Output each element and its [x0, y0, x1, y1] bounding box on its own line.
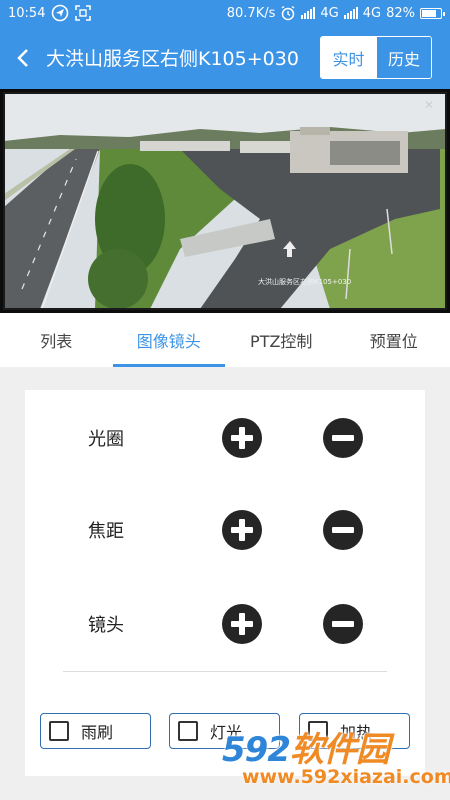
page-title: 大洪山服务区右侧K105+030 — [46, 48, 299, 70]
status-bar: 10:54 80.7K/s 4G 4G 82% — [0, 0, 450, 26]
aperture-decrease-button[interactable] — [323, 418, 363, 458]
back-arrow-icon — [17, 48, 28, 67]
history-mode-button[interactable]: 历史 — [376, 37, 431, 78]
scan-icon — [75, 5, 92, 21]
app-bar: 大洪山服务区右侧K105+030 实时 历史 — [0, 26, 450, 89]
aperture-row: 光圈 — [25, 416, 425, 460]
site-watermark: 592软件园 www.592xiazai.com — [222, 722, 450, 800]
minus-icon — [332, 527, 354, 533]
tab-ptz-control[interactable]: PTZ控制 — [225, 313, 338, 367]
focus-label: 焦距 — [88, 521, 124, 542]
battery-icon — [420, 7, 445, 19]
light-checkbox[interactable] — [178, 721, 198, 741]
focus-increase-button[interactable] — [222, 510, 262, 550]
zoom-out-button[interactable] — [323, 604, 363, 644]
plus-icon — [239, 427, 245, 449]
battery-percent: 82% — [386, 5, 415, 21]
live-mode-button[interactable]: 实时 — [321, 37, 376, 78]
zoom-in-button[interactable] — [222, 604, 262, 644]
mode-switch: 实时 历史 — [320, 36, 432, 79]
watermark-brand-text: 软件园 — [289, 730, 390, 770]
focus-row: 焦距 — [25, 508, 425, 552]
watermark-logo: 592软件园 — [222, 722, 390, 771]
plus-icon — [239, 613, 245, 635]
divider — [63, 671, 387, 672]
watermark-brand-digits: 592 — [222, 730, 291, 770]
network-type-1: 4G — [320, 5, 339, 21]
network-speed: 80.7K/s — [226, 5, 276, 21]
minus-icon — [332, 621, 354, 627]
zoom-row: 镜头 — [25, 602, 425, 646]
alarm-icon — [280, 5, 296, 21]
clock: 10:54 — [8, 5, 46, 21]
wiper-toggle[interactable]: 雨刷 — [40, 713, 151, 749]
tab-presets[interactable]: 预置位 — [338, 313, 450, 367]
signal-icon — [343, 7, 358, 19]
navigation-icon — [51, 4, 69, 22]
lens-control-panel: 光圈 焦距 镜头 雨刷 灯光 加热 — [25, 390, 425, 776]
tab-image-lens[interactable]: 图像镜头 — [112, 313, 226, 367]
signal-icon — [301, 7, 316, 19]
video-caption: 大洪山服务区右侧K105+030 — [258, 278, 352, 286]
camera-video-feed[interactable]: 2004-02-15 11:54:02 ✕ — [0, 89, 450, 313]
watermark-url: www.592xiazai.com — [242, 766, 450, 788]
close-icon[interactable]: ✕ — [422, 98, 436, 112]
wiper-checkbox[interactable] — [49, 721, 69, 741]
aperture-increase-button[interactable] — [222, 418, 262, 458]
minus-icon — [332, 435, 354, 441]
back-button[interactable] — [0, 26, 46, 89]
wiper-label: 雨刷 — [81, 723, 114, 742]
camera-scene-image — [0, 89, 450, 313]
tab-list[interactable]: 列表 — [0, 313, 113, 367]
tab-bar: 列表 图像镜头 PTZ控制 预置位 — [0, 313, 450, 367]
aperture-label: 光圈 — [88, 429, 124, 450]
plus-icon — [239, 519, 245, 541]
video-timestamp: 2004-02-15 11:54:02 — [22, 99, 103, 107]
network-type-2: 4G — [362, 5, 382, 21]
focus-decrease-button[interactable] — [323, 510, 363, 550]
zoom-label: 镜头 — [88, 615, 124, 636]
